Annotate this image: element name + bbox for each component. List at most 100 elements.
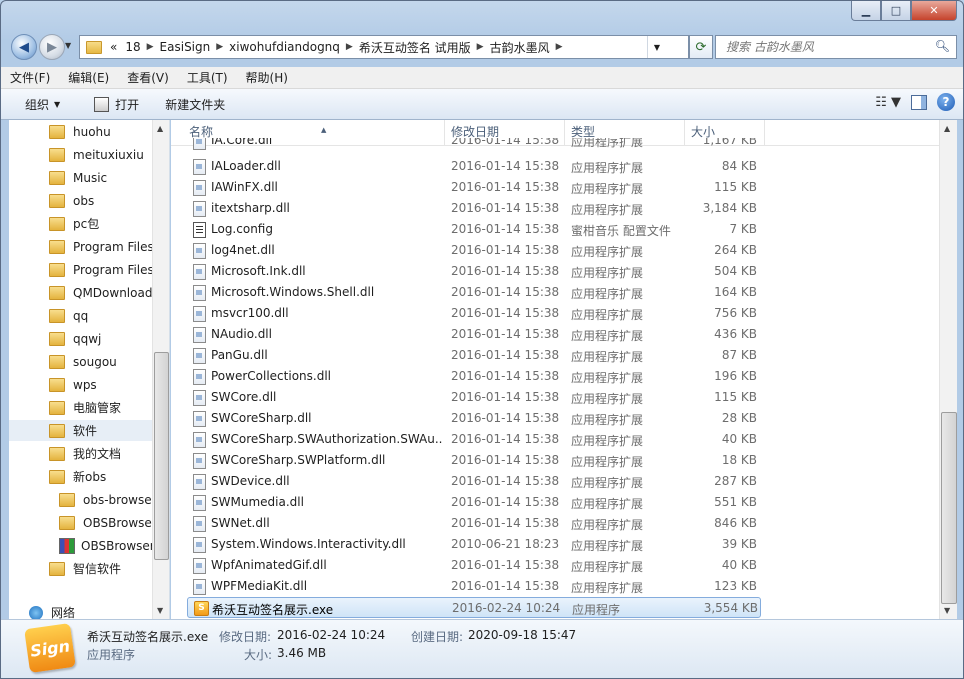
- new-folder-button[interactable]: 新建文件夹: [151, 96, 237, 113]
- sidebar-item[interactable]: 软件: [9, 420, 153, 441]
- menu-edit[interactable]: 编辑(E): [59, 69, 118, 86]
- table-row[interactable]: log4net.dll 2016-01-14 15:38 应用程序扩展 264 KB: [187, 240, 761, 261]
- sidebar-item[interactable]: Program Files: [9, 259, 154, 280]
- breadcrumb-chevron-icon[interactable]: ▶: [475, 42, 486, 52]
- sidebar-item[interactable]: obs-browser: [9, 489, 157, 510]
- maximize-button[interactable]: □: [881, 1, 911, 21]
- table-row[interactable]: WpfAnimatedGif.dll 2016-01-14 15:38 应用程序扩展…: [187, 555, 761, 576]
- table-row[interactable]: PanGu.dll 2016-01-14 15:38 应用程序扩展 87 KB: [187, 345, 761, 366]
- breadcrumb-overflow[interactable]: «: [106, 40, 121, 54]
- breadcrumb-chevron-icon[interactable]: ▶: [145, 42, 156, 52]
- address-row: ◀ ▶ ▼ « 18 ▶ EasiSign ▶ xiwohufdiandognq…: [9, 33, 957, 61]
- help-icon[interactable]: ?: [937, 93, 955, 111]
- sidebar-item[interactable]: 我的文档: [9, 443, 153, 464]
- table-row[interactable]: SWCoreSharp.dll 2016-01-14 15:38 应用程序扩展 28 …: [187, 408, 761, 429]
- sidebar-item[interactable]: 电脑管家: [9, 397, 153, 418]
- nav-scroll-thumb[interactable]: [154, 352, 169, 560]
- table-row[interactable]: IA.Core.dll 2016-01-14 15:38 应用程序扩展 1,16…: [187, 138, 761, 152]
- network-icon: [29, 605, 43, 619]
- recent-pages-dropdown[interactable]: ▼: [65, 41, 71, 50]
- search-input[interactable]: [724, 39, 928, 55]
- menu-file[interactable]: 文件(F): [1, 69, 59, 86]
- scroll-up-icon[interactable]: ▲: [944, 124, 950, 133]
- sidebar-item[interactable]: pc包: [9, 213, 153, 234]
- preview-pane-icon[interactable]: [911, 94, 927, 110]
- address-bar[interactable]: « 18 ▶ EasiSign ▶ xiwohufdiandognq ▶ 希沃互…: [79, 35, 689, 59]
- sidebar-item-label: pc包: [73, 217, 100, 231]
- table-row[interactable]: Log.config 2016-01-14 15:38 蜜柑音乐 配置文件 7 KB: [187, 219, 761, 240]
- sidebar-item[interactable]: qq: [9, 305, 153, 326]
- search-box[interactable]: 🔍︎: [715, 35, 957, 59]
- nav-item-label: 网络: [51, 606, 76, 619]
- search-icon[interactable]: 🔍︎: [935, 39, 950, 53]
- folder-icon: [49, 285, 65, 300]
- table-row[interactable]: SWCore.dll 2016-01-14 15:38 应用程序扩展 115 KB: [187, 387, 761, 408]
- table-row[interactable]: SWNet.dll 2016-01-14 15:38 应用程序扩展 846 KB: [187, 513, 761, 534]
- sidebar-item[interactable]: huohu: [9, 121, 153, 142]
- nav-item-network[interactable]: 网络: [29, 602, 169, 619]
- scroll-down-icon[interactable]: ▼: [944, 606, 950, 615]
- minimize-button[interactable]: ▁: [851, 1, 881, 21]
- sidebar-item[interactable]: sougou: [9, 351, 153, 372]
- chevron-down-icon: ▼: [54, 99, 61, 109]
- sidebar-item[interactable]: Music: [9, 167, 153, 188]
- organize-button[interactable]: 组织 ▼: [1, 96, 72, 113]
- breadcrumb-segment[interactable]: 18: [121, 40, 144, 54]
- file-list-scrollbar[interactable]: ▲ ▼: [939, 120, 957, 619]
- menu-tools[interactable]: 工具(T): [178, 69, 237, 86]
- details-size-label: 大小:: [244, 648, 273, 662]
- sidebar-item[interactable]: Program Files: [9, 236, 154, 257]
- table-row[interactable]: msvcr100.dll 2016-01-14 15:38 应用程序扩展 756 KB: [187, 303, 761, 324]
- table-row[interactable]: PowerCollections.dll 2016-01-14 15:38 应用程序…: [187, 366, 761, 387]
- scroll-down-icon[interactable]: ▼: [157, 606, 163, 615]
- close-button[interactable]: ✕: [911, 1, 957, 21]
- table-row[interactable]: Microsoft.Windows.Shell.dll 2016-01-14 15…: [187, 282, 761, 303]
- table-row[interactable]: S 希沃互动签名展示.exe 2016-02-24 10:24 应用程序 3,554 K…: [187, 597, 761, 618]
- caption-buttons: ▁ □ ✕: [851, 1, 957, 21]
- sidebar-item[interactable]: qqwj: [9, 328, 153, 349]
- file-name: 希沃互动签名展示.exe: [212, 603, 334, 617]
- back-button[interactable]: ◀: [11, 34, 37, 60]
- view-options-icon[interactable]: ☷ ▼: [875, 95, 901, 110]
- sidebar-item[interactable]: obs: [9, 190, 153, 211]
- menu-help[interactable]: 帮助(H): [237, 69, 297, 86]
- breadcrumb-segment[interactable]: EasiSign: [156, 40, 215, 54]
- sign-app-icon: S: [194, 601, 209, 616]
- command-bar: 组织 ▼ 打开 新建文件夹 ☷ ▼ ?: [1, 89, 963, 120]
- breadcrumb-segment[interactable]: 希沃互动签名 试用版: [355, 39, 475, 56]
- table-row[interactable]: itextsharp.dll 2016-01-14 15:38 应用程序扩展 3,18…: [187, 198, 761, 219]
- breadcrumb-chevron-icon[interactable]: ▶: [344, 42, 355, 52]
- table-row[interactable]: SWCoreSharp.SWPlatform.dll 2016-01-14 15:…: [187, 450, 761, 471]
- table-row[interactable]: WPFMediaKit.dll 2016-01-14 15:38 应用程序扩展 123…: [187, 576, 761, 597]
- sidebar-item-label: 我的文档: [73, 447, 122, 461]
- table-row[interactable]: IALoader.dll 2016-01-14 15:38 应用程序扩展 84 KB: [187, 156, 761, 177]
- table-row[interactable]: SWDevice.dll 2016-01-14 15:38 应用程序扩展 287 KB: [187, 471, 761, 492]
- table-row[interactable]: SWCoreSharp.SWAuthorization.SWAu... 2016-…: [187, 429, 761, 450]
- nav-scrollbar[interactable]: ▲ ▼: [152, 120, 169, 619]
- breadcrumb-chevron-icon[interactable]: ▶: [554, 42, 565, 52]
- table-row[interactable]: SWMumedia.dll 2016-01-14 15:38 应用程序扩展 551 K…: [187, 492, 761, 513]
- sidebar-item[interactable]: OBSBrowser: [9, 512, 157, 533]
- table-row[interactable]: System.Windows.Interactivity.dll 2010-06-…: [187, 534, 761, 555]
- sidebar-item[interactable]: wps: [9, 374, 153, 395]
- menu-view[interactable]: 查看(V): [118, 69, 178, 86]
- sidebar-item[interactable]: OBSBrowser: [9, 535, 155, 556]
- refresh-button[interactable]: ⟳: [689, 35, 713, 59]
- breadcrumb-segment[interactable]: 古韵水墨风: [486, 39, 554, 56]
- open-button[interactable]: 打开: [72, 96, 151, 113]
- breadcrumb-chevron-icon[interactable]: ▶: [214, 42, 225, 52]
- forward-button[interactable]: ▶: [39, 34, 65, 60]
- table-row[interactable]: Microsoft.Ink.dll 2016-01-14 15:38 应用程序扩展 5…: [187, 261, 761, 282]
- sidebar-item[interactable]: 智信软件: [9, 558, 153, 579]
- file-scroll-thumb[interactable]: [941, 412, 957, 604]
- file-type: 应用程序扩展: [571, 560, 644, 574]
- table-row[interactable]: IAWinFX.dll 2016-01-14 15:38 应用程序扩展 115 KB: [187, 177, 761, 198]
- sidebar-item[interactable]: QMDownload: [9, 282, 153, 303]
- breadcrumb-segment[interactable]: xiwohufdiandognq: [225, 40, 344, 54]
- dll-file-icon: [193, 411, 206, 427]
- sidebar-item[interactable]: meituxiuxiu: [9, 144, 153, 165]
- table-row[interactable]: NAudio.dll 2016-01-14 15:38 应用程序扩展 436 KB: [187, 324, 761, 345]
- scroll-up-icon[interactable]: ▲: [157, 124, 163, 133]
- sidebar-item[interactable]: 新obs: [9, 466, 153, 487]
- address-dropdown-icon[interactable]: ▼: [647, 36, 666, 58]
